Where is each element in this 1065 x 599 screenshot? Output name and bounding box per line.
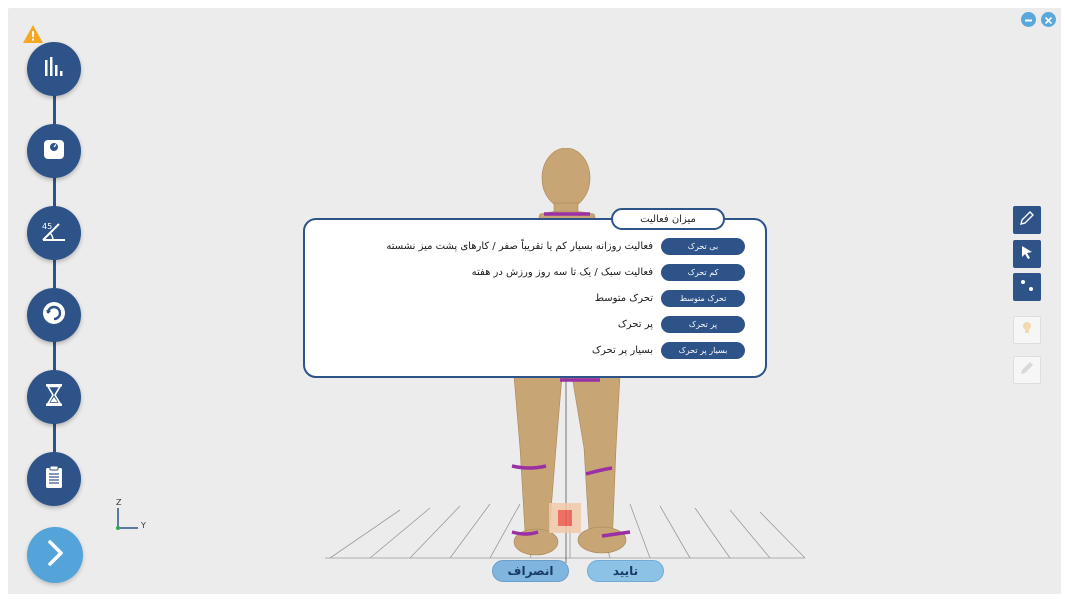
activity-option-description: پر تحرک [617, 318, 653, 330]
activity-option-light-button[interactable]: کم تحرک [661, 263, 745, 281]
tool-edit-button[interactable] [1013, 356, 1041, 384]
floor-marker [549, 503, 581, 533]
lightbulb-icon [1018, 319, 1036, 341]
clipboard-icon [43, 464, 65, 494]
close-button[interactable] [1041, 12, 1056, 27]
cancel-button[interactable]: انصراف [492, 560, 569, 582]
activity-option-description: تحرک متوسط [594, 292, 653, 304]
close-icon [1044, 10, 1053, 29]
activity-option-moderate-button[interactable]: تحرک متوسط [661, 289, 745, 307]
axis-y-label: Y [141, 521, 146, 530]
activity-option-row: بسیار پر تحرک بسیار پر تحرک [592, 341, 745, 359]
activity-option-description: فعالیت روزانه بسیار کم یا تقریباً صفر / … [386, 240, 653, 252]
angle-icon: 45 [39, 218, 69, 248]
tool-points-button[interactable] [1013, 273, 1041, 301]
scale-icon [41, 136, 67, 166]
activity-option-sedentary-button[interactable]: بی تحرک [661, 237, 745, 255]
nav-weight-button[interactable] [27, 124, 81, 178]
chevron-right-icon [43, 539, 67, 571]
nav-report-button[interactable] [27, 452, 81, 506]
tool-select-button[interactable] [1013, 240, 1041, 268]
tool-pencil-button[interactable] [1013, 206, 1041, 234]
nav-angle-button[interactable]: 45 [27, 206, 81, 260]
tool-light-button[interactable] [1013, 316, 1041, 344]
activity-option-description: بسیار پر تحرک [592, 344, 653, 356]
activity-option-row: پر تحرک پر تحرک [618, 315, 745, 333]
next-button[interactable] [27, 527, 83, 583]
activity-option-description: فعالیت سبک / یک تا سه روز ورزش در هفته [471, 266, 653, 278]
dialog-title: میزان فعالیت [611, 208, 725, 230]
hourglass-icon [43, 382, 65, 412]
activity-option-row: کم تحرک فعالیت سبک / یک تا سه روز ورزش د… [472, 263, 745, 281]
activity-option-row: بی تحرک فعالیت روزانه بسیار کم یا تقریبا… [386, 237, 745, 255]
edit-icon [1018, 359, 1036, 381]
rotate-icon [40, 299, 68, 331]
bar-chart-icon [41, 54, 67, 84]
minus-icon [1024, 10, 1033, 29]
confirm-button[interactable]: تایید [587, 560, 664, 582]
nav-history-button[interactable] [27, 370, 81, 424]
activity-option-active-button[interactable]: پر تحرک [661, 315, 745, 333]
nav-statistics-button[interactable] [27, 42, 81, 96]
activity-option-very-active-button[interactable]: بسیار پر تحرک [661, 341, 745, 359]
angle-icon-label: 45 [42, 222, 52, 231]
cursor-arrow-icon [1018, 243, 1036, 265]
nav-rotate-button[interactable] [27, 288, 81, 342]
minimize-button[interactable] [1021, 12, 1036, 27]
activity-option-row: تحرک متوسط تحرک متوسط [595, 289, 745, 307]
pencil-icon [1018, 209, 1036, 231]
axis-z-label: Z [116, 498, 122, 507]
points-icon [1018, 276, 1036, 298]
